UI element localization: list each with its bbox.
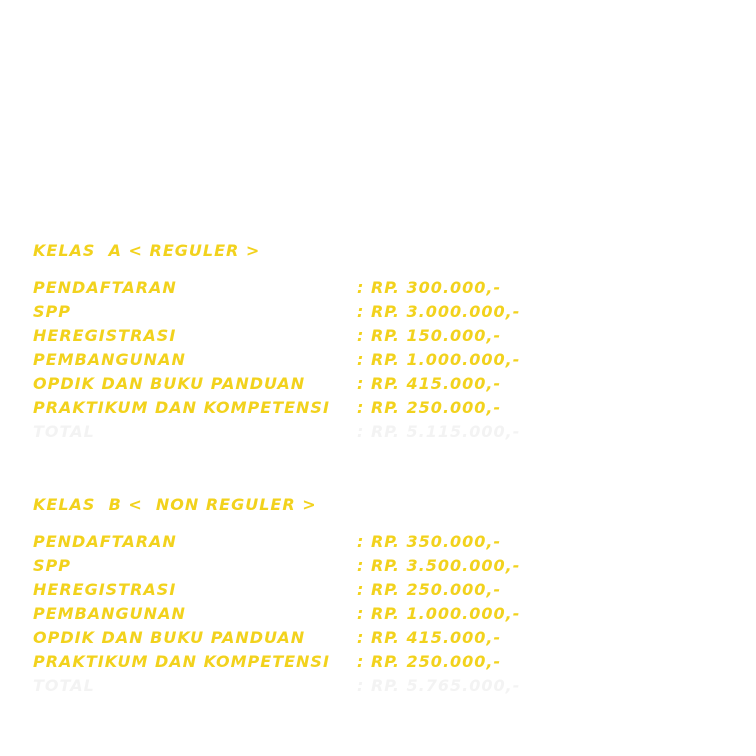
- kelas-a-section: KELAS A < REGULER > PENDAFTARAN : RP. 30…: [33, 240, 593, 444]
- kelas-b-section: KELAS B < NON REGULER > PENDAFTARAN : RP…: [33, 494, 593, 698]
- fee-row-praktikum: PRAKTIKUM DAN KOMPETENSI : RP. 250.000,-: [33, 396, 593, 420]
- fee-value: : RP. 250.000,-: [357, 580, 502, 599]
- fee-value: : RP. 1.000.000,-: [357, 350, 521, 369]
- fee-value: : RP. 415.000,-: [357, 374, 502, 393]
- total-label: TOTAL: [33, 422, 95, 441]
- fee-row-pembangunan: PEMBANGUNAN : RP. 1.000.000,-: [33, 602, 593, 626]
- fee-row-total: TOTAL : RP. 5.115.000,-: [33, 420, 593, 444]
- total-label: TOTAL: [33, 676, 95, 695]
- fee-row-total: TOTAL : RP. 5.765.000,-: [33, 674, 593, 698]
- fee-row-pendaftaran: PENDAFTARAN : RP. 300.000,-: [33, 276, 593, 300]
- fee-label: PENDAFTARAN: [33, 532, 177, 551]
- fee-label: OPDIK DAN BUKU PANDUAN: [33, 628, 306, 647]
- fee-value: : RP. 3.000.000,-: [357, 302, 521, 321]
- fee-row-praktikum: PRAKTIKUM DAN KOMPETENSI : RP. 250.000,-: [33, 650, 593, 674]
- fee-row-pembangunan: PEMBANGUNAN : RP. 1.000.000,-: [33, 348, 593, 372]
- fee-label: HEREGISTRASI: [33, 580, 177, 599]
- fee-value: : RP. 250.000,-: [357, 398, 502, 417]
- total-value: : RP. 5.765.000,-: [357, 676, 521, 695]
- kelas-a-heading: KELAS A < REGULER >: [33, 241, 261, 260]
- total-value: : RP. 5.115.000,-: [357, 422, 521, 441]
- kelas-b-fee-list: PENDAFTARAN : RP. 350.000,- SPP : RP. 3.…: [33, 530, 593, 698]
- kelas-b-heading: KELAS B < NON REGULER >: [33, 495, 317, 514]
- fee-label: HEREGISTRASI: [33, 326, 177, 345]
- fee-value: : RP. 250.000,-: [357, 652, 502, 671]
- fee-label: SPP: [33, 302, 71, 321]
- fee-value: : RP. 3.500.000,-: [357, 556, 521, 575]
- fee-value: : RP. 300.000,-: [357, 278, 502, 297]
- kelas-a-fee-list: PENDAFTARAN : RP. 300.000,- SPP : RP. 3.…: [33, 276, 593, 444]
- fee-row-heregistrasi: HEREGISTRASI : RP. 150.000,-: [33, 324, 593, 348]
- fee-row-opdik: OPDIK DAN BUKU PANDUAN : RP. 415.000,-: [33, 626, 593, 650]
- fee-label: PENDAFTARAN: [33, 278, 177, 297]
- fee-label: PEMBANGUNAN: [33, 604, 186, 623]
- fee-row-pendaftaran: PENDAFTARAN : RP. 350.000,-: [33, 530, 593, 554]
- fee-value: : RP. 150.000,-: [357, 326, 502, 345]
- fee-label: PEMBANGUNAN: [33, 350, 186, 369]
- fee-row-spp: SPP : RP. 3.500.000,-: [33, 554, 593, 578]
- fee-value: : RP. 350.000,-: [357, 532, 502, 551]
- fee-row-spp: SPP : RP. 3.000.000,-: [33, 300, 593, 324]
- fee-row-heregistrasi: HEREGISTRASI : RP. 250.000,-: [33, 578, 593, 602]
- fee-label: OPDIK DAN BUKU PANDUAN: [33, 374, 306, 393]
- fee-label: SPP: [33, 556, 71, 575]
- fee-label: PRAKTIKUM DAN KOMPETENSI: [33, 652, 330, 671]
- fee-row-opdik: OPDIK DAN BUKU PANDUAN : RP. 415.000,-: [33, 372, 593, 396]
- fee-label: PRAKTIKUM DAN KOMPETENSI: [33, 398, 330, 417]
- fee-value: : RP. 1.000.000,-: [357, 604, 521, 623]
- fee-value: : RP. 415.000,-: [357, 628, 502, 647]
